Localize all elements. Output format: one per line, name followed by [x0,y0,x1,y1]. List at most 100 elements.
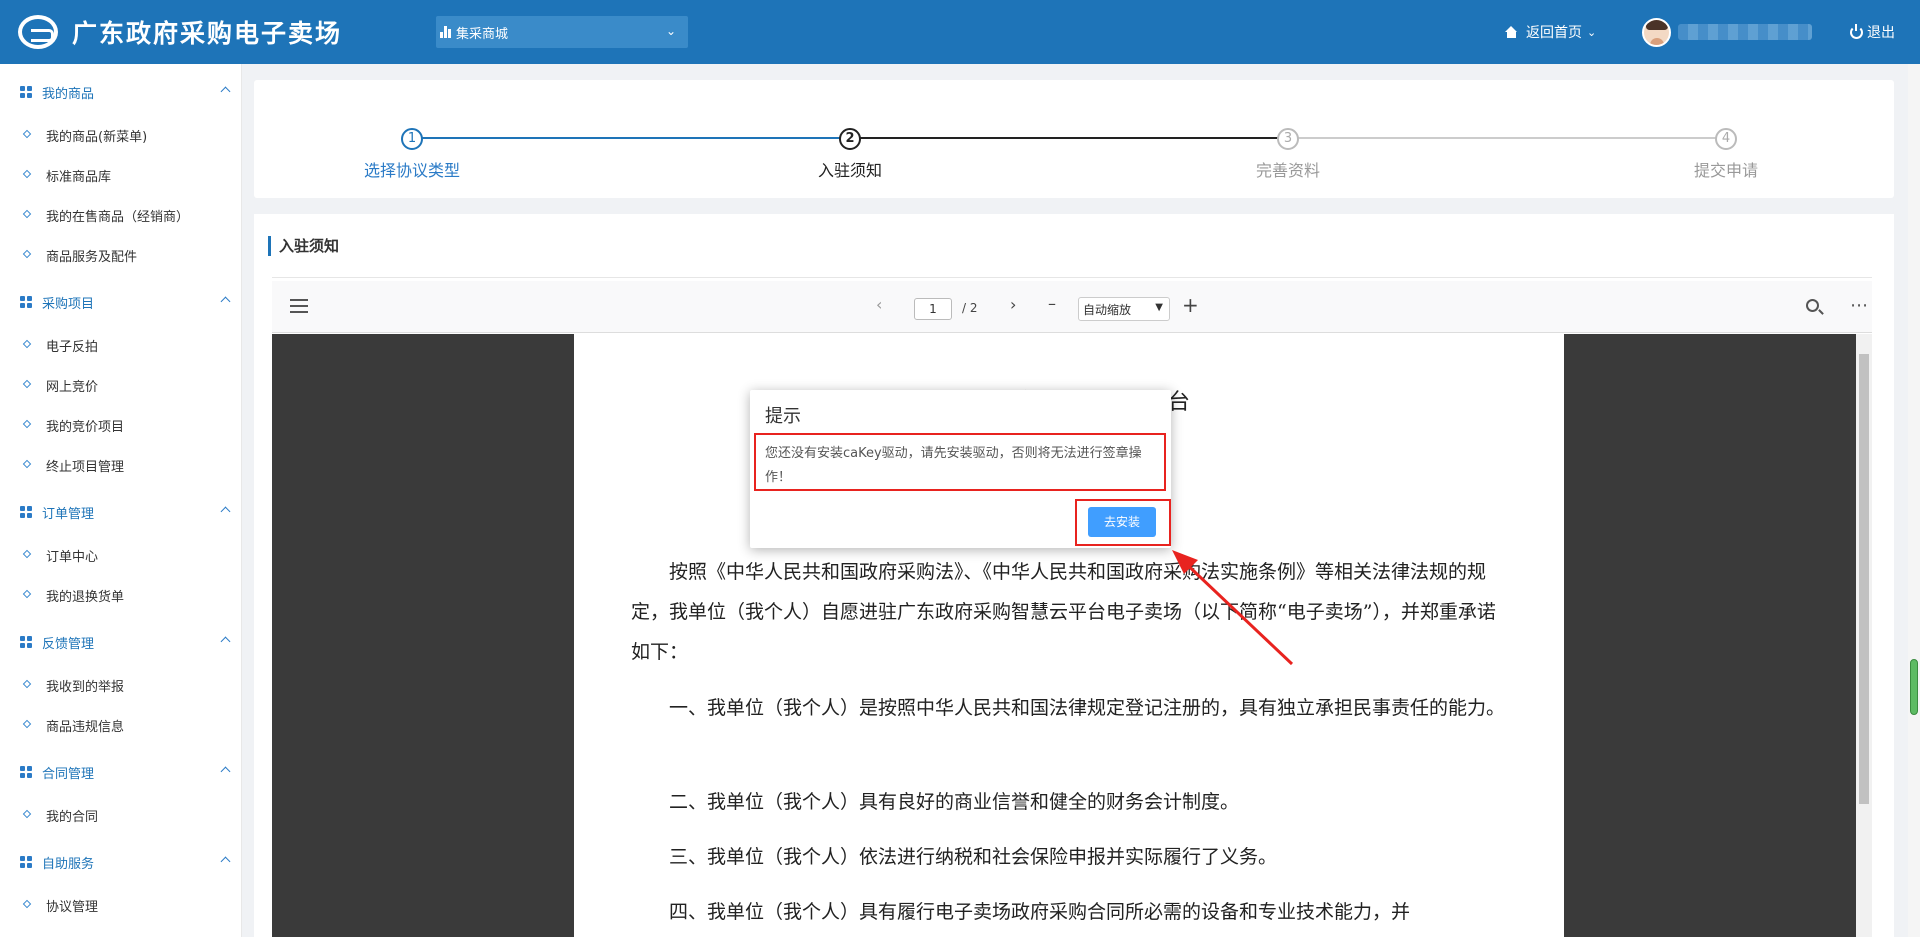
section-title: 入驻须知 [268,236,339,256]
sidebar-item[interactable]: 标准商品库 [0,162,242,186]
sidebar-item[interactable]: 我的商品(新菜单) [0,122,242,146]
sidebar-group-procurement[interactable]: 采购项目 [0,290,242,314]
sidebar-group-feedback[interactable]: 反馈管理 [0,630,242,654]
page-count: / 2 [962,301,978,315]
step-title: 提交申请 [1693,161,1758,180]
sidebar-item-label: 我的合同 [46,810,99,825]
search-icon[interactable] [1806,299,1819,312]
sidebar-group-orders[interactable]: 订单管理 [0,500,242,524]
logout-button[interactable]: 退出 [1850,22,1895,42]
username-redacted[interactable] [1678,24,1812,40]
sidebar-group-label: 反馈管理 [42,637,95,652]
home-link[interactable]: 返回首页 ⌄ [1505,22,1596,42]
diamond-icon [22,379,32,389]
doc-paragraph: 按照《中华人民共和国政府采购法》、《中华人民共和国政府采购法实施条例》等相关法律… [631,561,1496,663]
grid-icon [20,506,32,518]
content-card: 入驻须知 ‹ 1 / 2 › – 自动缩放 ▼ + ⋯ 广东政府采购智慧云平台 … [254,214,1894,937]
diamond-icon [22,459,32,469]
sidebar-item[interactable]: 协议管理 [0,892,242,916]
highlight-button-box [1075,499,1171,546]
sidebar-item[interactable]: 我的合同 [0,802,242,826]
chevron-left-icon[interactable]: ‹ [876,295,882,314]
diamond-icon [22,719,32,729]
home-link-label: 返回首页 [1526,25,1582,41]
sidebar-item-label: 网上竞价 [46,380,99,395]
power-icon [1850,23,1863,39]
step-4: 4 提交申请 [1626,128,1826,181]
step-3: 3 完善资料 [1188,128,1388,181]
more-icon[interactable]: ⋯ [1850,295,1869,316]
sidebar-group-label: 采购项目 [42,297,95,312]
sidebar-item[interactable]: 终止项目管理 [0,452,242,476]
doc-paragraph: 二、我单位（我个人）具有良好的商业信誉和健全的财务会计制度。 [669,791,1240,813]
diamond-icon [22,209,32,219]
plus-icon[interactable]: + [1182,293,1199,317]
chevron-up-icon [220,86,231,97]
diamond-icon [22,899,32,909]
sidebar-item-label: 订单中心 [46,550,99,565]
sidebar-item[interactable]: 电子反拍 [0,332,242,356]
menu-icon[interactable] [290,299,308,313]
chevron-up-icon [220,856,231,867]
grid-icon [20,766,32,778]
avatar[interactable] [1642,18,1671,47]
sidebar-item-label: 我的竞价项目 [46,420,125,435]
chevron-down-icon: ⌄ [665,24,676,38]
steps-bar: 1 选择协议类型 2 入驻须知 3 完善资料 4 提交申请 [254,80,1894,198]
diamond-icon [22,589,32,599]
sidebar-item[interactable]: 我的退换货单 [0,582,242,606]
logo-icon [18,15,58,49]
sidebar-item[interactable]: 我收到的举报 [0,672,242,696]
zoom-value: 自动缩放 [1083,303,1132,317]
step-number: 3 [1277,128,1299,150]
sidebar-item-label: 终止项目管理 [46,460,125,475]
sidebar-group-self-service[interactable]: 自助服务 [0,850,242,874]
diamond-icon [22,679,32,689]
step-title: 入驻须知 [817,161,882,180]
sidebar-item[interactable]: 网上竞价 [0,372,242,396]
chevron-up-icon [220,296,231,307]
grid-icon [20,856,32,868]
sidebar-item[interactable]: 订单中心 [0,542,242,566]
sidebar-item[interactable]: 商品服务及配件 [0,242,242,266]
chevron-down-icon: ▼ [1155,302,1163,313]
sidebar-group-contracts[interactable]: 合同管理 [0,760,242,784]
scrollbar-thumb[interactable] [1910,659,1918,715]
sidebar-item-label: 我的退换货单 [46,590,125,605]
diamond-icon [22,129,32,139]
page-scrollbar[interactable] [1908,64,1920,937]
chevron-right-icon[interactable]: › [1010,295,1016,314]
doc-paragraph: 一、我单位（我个人）是按照中华人民共和国法律规定登记注册的，具有独立承担民事责任… [669,697,1506,719]
site-logo[interactable]: 广东政府采购电子卖场 [18,14,342,50]
sidebar-item-label: 电子反拍 [46,340,99,355]
top-header: 广东政府采购电子卖场 集采商城 ⌄ 返回首页 ⌄ 退出 [0,0,1920,64]
sidebar-item[interactable]: 我的竞价项目 [0,412,242,436]
home-icon [1505,26,1518,38]
sidebar-item[interactable]: 商品违规信息 [0,712,242,736]
page-number-input[interactable]: 1 [914,298,952,320]
scrollbar-thumb[interactable] [1859,354,1869,804]
minus-icon[interactable]: – [1048,294,1056,313]
zoom-select[interactable]: 自动缩放 ▼ [1078,297,1170,321]
logout-label: 退出 [1867,25,1895,41]
sidebar-group-label: 订单管理 [42,507,95,522]
sidebar-item[interactable]: 我的在售商品（经销商） [0,202,242,226]
sidebar-group-products[interactable]: 我的商品 [0,80,242,104]
red-arrow-annotation [1172,550,1294,666]
step-number: 4 [1715,128,1737,150]
doc-paragraph: 四、我单位（我个人）具有履行电子卖场政府采购合同所必需的设备和专业技术能力，并 [669,901,1411,923]
diamond-icon [22,419,32,429]
divider [272,277,1872,278]
sidebar-group-label: 合同管理 [42,767,95,782]
step-title: 完善资料 [1255,161,1320,180]
sidebar-item-label: 商品违规信息 [46,720,125,735]
sidebar-item-label: 我收到的举报 [46,680,125,695]
pdf-scrollbar[interactable] [1856,334,1872,937]
step-title: 选择协议类型 [363,161,460,180]
grid-icon [20,636,32,648]
step-number: 1 [401,128,423,150]
chevron-up-icon [220,636,231,647]
grid-icon [20,296,32,308]
diamond-icon [22,169,32,179]
mall-select[interactable]: 集采商城 ⌄ [436,16,688,48]
